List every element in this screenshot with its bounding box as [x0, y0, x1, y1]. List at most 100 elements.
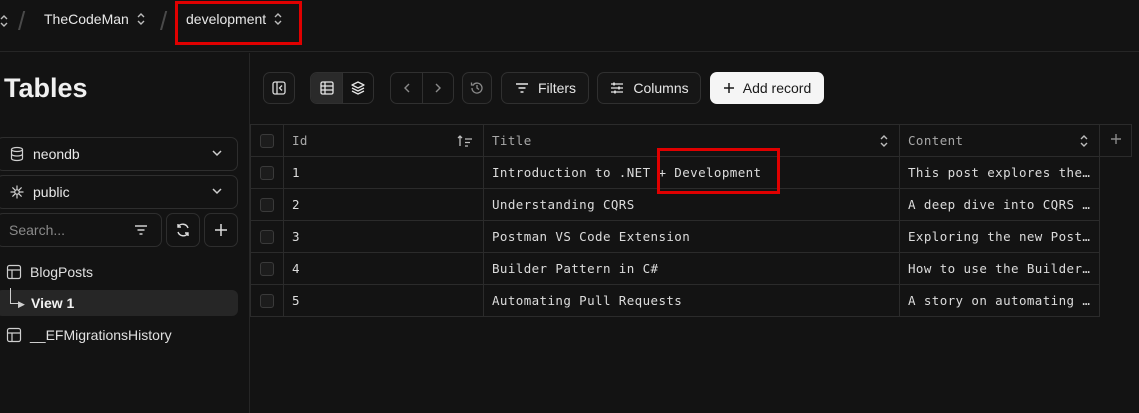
- cell-content[interactable]: This post explores the…: [899, 156, 1100, 189]
- empty-cell: [1100, 285, 1132, 317]
- chevron-down-icon: [212, 150, 222, 157]
- add-record-button[interactable]: Add record: [710, 72, 824, 104]
- layers-icon: [351, 81, 365, 95]
- table-search-input[interactable]: Search...: [0, 213, 162, 247]
- chevron-up-down-icon[interactable]: [1079, 134, 1089, 148]
- filter-icon[interactable]: [133, 222, 149, 238]
- cell-id[interactable]: 2: [283, 188, 484, 221]
- chevron-right-icon: [435, 83, 441, 93]
- row-select-cell[interactable]: [250, 252, 284, 285]
- plus-icon: [1110, 134, 1121, 144]
- column-header-content[interactable]: Content: [899, 124, 1100, 157]
- refresh-icon: [177, 223, 189, 237]
- schema-name: public: [33, 184, 70, 200]
- empty-cell: [1100, 189, 1132, 221]
- cell-title[interactable]: Automating Pull Requests: [483, 284, 900, 317]
- plus-icon: [723, 83, 734, 93]
- database-select[interactable]: neondb: [0, 137, 238, 171]
- next-page-button[interactable]: [422, 73, 453, 103]
- sidebar-collapse-icon: [272, 81, 286, 95]
- project-name: TheCodeMan: [44, 11, 129, 27]
- plus-icon: [215, 224, 227, 236]
- pagination-controls: [390, 72, 454, 104]
- table-row[interactable]: 5 Automating Pull Requests A story on au…: [250, 284, 1132, 317]
- row-select-cell[interactable]: [250, 188, 284, 221]
- view-mode-toggle: [310, 72, 374, 104]
- checkbox[interactable]: [260, 293, 274, 308]
- columns-label: Columns: [633, 80, 689, 96]
- history-button[interactable]: [462, 72, 492, 104]
- table-row[interactable]: 3 Postman VS Code Extension Exploring th…: [250, 220, 1132, 253]
- table-icon: [6, 327, 22, 343]
- column-header-label: Content: [908, 133, 964, 148]
- annotation-highlight-development: [657, 148, 780, 194]
- history-icon: [470, 82, 483, 94]
- cell-content-text: This post explores the…: [908, 165, 1090, 180]
- page-title: Tables: [4, 73, 88, 103]
- toggle-sidebar-button[interactable]: [263, 72, 295, 104]
- checkbox[interactable]: [260, 261, 274, 276]
- schema-select[interactable]: public: [0, 175, 238, 209]
- checkbox[interactable]: [260, 133, 274, 148]
- add-record-label: Add record: [742, 80, 812, 96]
- add-column-button[interactable]: [1099, 124, 1132, 157]
- cell-content[interactable]: A story on automating …: [899, 284, 1100, 317]
- top-bar: / TheCodeMan / development: [0, 0, 1139, 52]
- cell-id[interactable]: 5: [283, 284, 484, 317]
- chevron-up-down-icon[interactable]: [879, 134, 889, 148]
- cell-content[interactable]: Exploring the new Post…: [899, 220, 1100, 253]
- column-header-label: Title: [492, 133, 532, 148]
- previous-page-button[interactable]: [391, 73, 422, 103]
- refresh-button[interactable]: [166, 213, 200, 247]
- filters-button[interactable]: Filters: [501, 72, 589, 104]
- filter-icon: [515, 83, 528, 93]
- row-select-cell[interactable]: [250, 220, 284, 253]
- database-icon: [10, 146, 24, 162]
- table-row[interactable]: 4 Builder Pattern in C# How to use the B…: [250, 252, 1132, 285]
- cell-content[interactable]: A deep dive into CQRS …: [899, 188, 1100, 221]
- cell-id[interactable]: 1: [283, 156, 484, 189]
- cell-content-text: A deep dive into CQRS …: [908, 197, 1090, 212]
- schema-icon: [10, 185, 24, 199]
- grid-icon: [319, 81, 334, 95]
- checkbox[interactable]: [260, 197, 274, 212]
- filters-label: Filters: [537, 80, 577, 96]
- column-header-id[interactable]: Id: [283, 124, 484, 157]
- checkbox[interactable]: [260, 165, 274, 180]
- table-item-blogposts[interactable]: BlogPosts: [6, 264, 93, 280]
- cell-title[interactable]: Builder Pattern in C#: [483, 252, 900, 285]
- select-all-checkbox[interactable]: [250, 124, 284, 157]
- table-icon: [6, 264, 22, 280]
- grid-view-button[interactable]: [311, 73, 342, 103]
- project-switcher[interactable]: TheCodeMan: [44, 11, 145, 27]
- table-item-label: BlogPosts: [30, 264, 94, 280]
- cell-content[interactable]: How to use the Builder…: [899, 252, 1100, 285]
- view-item-view-1[interactable]: ▶ View 1: [0, 288, 238, 316]
- arrow-right-icon: ▶: [18, 299, 25, 309]
- chevron-down-icon: [212, 188, 222, 195]
- add-table-button[interactable]: [204, 213, 238, 247]
- sort-ascending-icon[interactable]: [457, 134, 473, 148]
- cell-id[interactable]: 4: [283, 252, 484, 285]
- cell-content-text: How to use the Builder…: [908, 261, 1090, 276]
- cell-title[interactable]: Postman VS Code Extension: [483, 220, 900, 253]
- row-select-cell[interactable]: [250, 156, 284, 189]
- empty-cell: [1100, 221, 1132, 253]
- cell-content-text: Exploring the new Post…: [908, 229, 1090, 244]
- empty-cell: [1100, 253, 1132, 285]
- table-item-efmigrationshistory[interactable]: __EFMigrationsHistory: [6, 327, 172, 343]
- empty-cell: [1100, 157, 1132, 189]
- checkbox[interactable]: [260, 229, 274, 244]
- cell-id[interactable]: 3: [283, 220, 484, 253]
- table-item-label: __EFMigrationsHistory: [30, 327, 172, 343]
- chevron-left-icon: [403, 83, 409, 93]
- breadcrumb-separator: /: [18, 6, 26, 36]
- database-name: neondb: [33, 146, 80, 162]
- layers-view-button[interactable]: [342, 73, 373, 103]
- columns-button[interactable]: Columns: [597, 72, 701, 104]
- column-header-label: Id: [292, 133, 308, 148]
- sliders-icon: [611, 82, 624, 94]
- row-select-cell[interactable]: [250, 284, 284, 317]
- org-switcher-icon[interactable]: [0, 14, 8, 28]
- chevron-up-down-icon: [137, 13, 145, 25]
